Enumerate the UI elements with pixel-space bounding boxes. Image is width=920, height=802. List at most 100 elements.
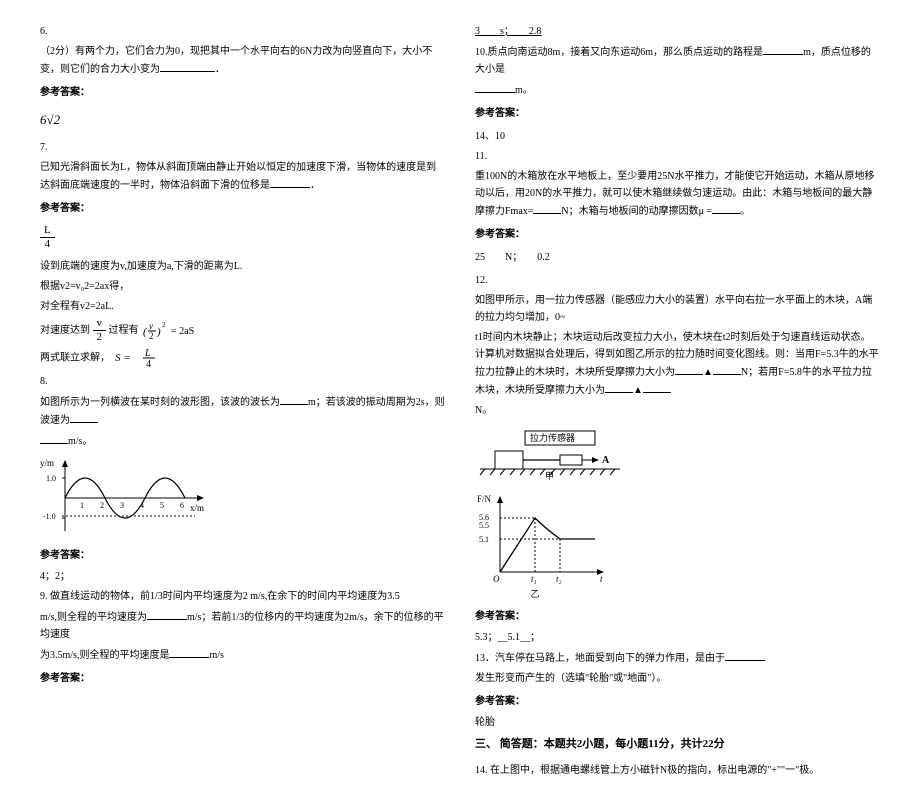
- q11-ans-heading: 参考答案：: [475, 226, 880, 243]
- wave-xlabel: x/m: [190, 503, 204, 513]
- q7-frac: L 4: [40, 223, 445, 252]
- q10-answer: 14、10: [475, 128, 880, 145]
- q14-text: 在上图中，根据通电螺线管上方小磁针N极的指向，标出电源的"+""一"极。: [490, 765, 819, 776]
- q8-blank2: [70, 411, 98, 423]
- svg-text:甲: 甲: [545, 471, 554, 480]
- q12-number: 12.: [475, 272, 880, 289]
- q6-sqrt2: √2: [47, 112, 61, 127]
- q7-body: 已知光滑斜面长为L，物体从斜面顶端由静止开始以恒定的加速度下滑，当物体的速度是到…: [40, 162, 436, 191]
- svg-text:6: 6: [180, 501, 184, 510]
- svg-text:O: O: [493, 574, 500, 584]
- section-3-heading: 三、 简答题：本题共2小题，每小题11分，共计22分: [475, 735, 880, 754]
- top-answer: 3 s； 2.8: [475, 23, 880, 40]
- q9-t5: m/s: [209, 650, 223, 661]
- q9-ans-heading: 参考答案：: [40, 670, 445, 687]
- svg-text:F/N: F/N: [477, 494, 492, 504]
- q7-s-svg: S = L 4: [113, 346, 163, 370]
- svg-text:3: 3: [120, 501, 124, 510]
- svg-text:2: 2: [149, 331, 154, 341]
- q12-text1: 如图甲所示，用一拉力传感器（能感应力大小的装置）水平向右拉一水平面上的木块，A端…: [475, 292, 880, 326]
- right-column: 3 s； 2.8 10.质点向南运动8m，接着又向东运动6m，那么质点运动的路程…: [475, 20, 880, 782]
- svg-text:5.1: 5.1: [479, 535, 489, 544]
- q14-num: 14.: [475, 765, 488, 776]
- q8-t3: m/s。: [68, 436, 92, 447]
- q7-frac-num: L: [40, 225, 55, 238]
- svg-text:1: 1: [80, 501, 84, 510]
- q7-half-frac: v 2: [93, 318, 107, 343]
- svg-text:L: L: [144, 348, 151, 359]
- q9-line3: 为3.5m/s,则全程的平均速度是m/s: [40, 646, 445, 664]
- svg-text:v: v: [149, 321, 153, 331]
- q7-ans-heading: 参考答案：: [40, 200, 445, 217]
- q8-t1: 如图所示为一列横波在某时刻的波形图，该波的波长为: [40, 397, 280, 408]
- q8-unit: m/s。: [40, 432, 445, 450]
- q8-number: 8.: [40, 373, 445, 390]
- q11-text: 重100N的木箱放在水平地板上，至少要用25N水平推力，才能使它开始运动，木箱从…: [475, 168, 880, 220]
- q12-text4: N。: [475, 402, 880, 419]
- q7-period: ．: [310, 180, 320, 191]
- q7-work4: 对速度达到 v 2 过程有 ( v 2 ) 2 = 2aS: [40, 318, 445, 343]
- q9: 9. 做直线运动的物体，前1/3时间内平均速度为2 m/s,在余下的时间内平均速…: [40, 588, 445, 605]
- q14: 14. 在上图中，根据通电螺线管上方小磁针N极的指向，标出电源的"+""一"极。: [475, 762, 880, 779]
- q11-t3: 。: [740, 206, 750, 217]
- q11-blank1: [533, 202, 561, 214]
- q8-ans-heading: 参考答案：: [40, 547, 445, 564]
- q6-period: ．: [215, 64, 225, 75]
- sensor-diagram: 拉力传感器 A 甲: [475, 425, 880, 486]
- q11-blank2: [712, 202, 740, 214]
- q10-ans-heading: 参考答案：: [475, 105, 880, 122]
- q7-half-den: 2: [93, 331, 107, 343]
- q8-blank1: [280, 393, 308, 405]
- q9-line2: m/s,则全程的平均速度为m/s；若前1/3的位移内的平均速度为2m/s，余下的…: [40, 608, 445, 643]
- svg-text:5: 5: [160, 501, 164, 510]
- q7-work4b: 过程有: [109, 325, 139, 336]
- q10-t3: m。: [515, 85, 533, 96]
- svg-text:2: 2: [162, 321, 166, 329]
- wave-svg: y/m x/m 1.0 -1.0 1 2 3 4 5 6: [40, 456, 210, 541]
- svg-text:1.0: 1.0: [46, 474, 56, 483]
- q6-ans-heading: 参考答案：: [40, 84, 445, 101]
- left-column: 6. （2分）有两个力，它们合力为0，现把其中一个水平向右的6N力改为向竖直向下…: [40, 20, 445, 782]
- q9-blank1: [147, 608, 187, 620]
- q9-num: 9.: [40, 591, 48, 602]
- q10: 10.质点向南运动8m，接着又向东运动6m，那么质点运动的路程是m，质点位移的大…: [475, 43, 880, 78]
- svg-text:2: 2: [100, 501, 104, 510]
- q9-t1: 做直线运动的物体，前1/3时间内平均速度为2 m/s,在余下的时间内平均速度为3…: [50, 591, 400, 602]
- svg-text:(: (: [143, 326, 148, 338]
- q8-answer: 4；2；: [40, 568, 445, 585]
- q7-work5a: 两式联立求解，: [40, 352, 110, 363]
- q7-frac-den: 4: [40, 238, 55, 250]
- q11-t2: N；木箱与地板间的动摩擦因数μ =: [561, 206, 712, 217]
- q6-number: 6.: [40, 23, 445, 40]
- graph-caption: 乙: [475, 587, 595, 602]
- q6-body: （2分）有两个力，它们合力为0，现把其中一个水平向右的6N力改为向竖直向下，大小…: [40, 46, 432, 75]
- q7-text: 已知光滑斜面长为L，物体从斜面顶端由静止开始以恒定的加速度下滑，当物体的速度是到…: [40, 159, 445, 194]
- q10-blank2: [475, 81, 515, 93]
- svg-text:= 2aS: = 2aS: [171, 326, 194, 337]
- q12-text2: t1时间内木块静止；木块运动后改变拉力大小，使木块在t2时刻后处于匀速直线运动状…: [475, 329, 880, 399]
- q13-line2: 发生形变而产生的（选填"轮胎"或"地面"）。: [475, 670, 880, 687]
- svg-text:5.5: 5.5: [479, 521, 489, 530]
- sensor-svg: 拉力传感器 A 甲: [475, 425, 625, 480]
- q7-work5: 两式联立求解， S = L 4: [40, 346, 445, 370]
- svg-text:t: t: [600, 574, 603, 584]
- ft-svg: F/N t O 5.6 5.5 5.1 t₁ t₂: [475, 492, 615, 587]
- q6-answer: 6√2: [40, 107, 445, 133]
- q13-t1: 汽车停在马路上，地面受到向下的弹力作用，是由于: [495, 653, 725, 664]
- svg-text:t₁: t₁: [531, 574, 537, 584]
- q12-blank2: [605, 381, 633, 393]
- q10-line2: m。: [475, 81, 880, 99]
- q13-answer: 轮胎: [475, 714, 880, 731]
- q7-work4a: 对速度达到: [40, 325, 90, 336]
- q7-half-num: v: [93, 318, 107, 331]
- q7-work1: 设到底端的速度为v,加速度为a,下滑的距离为L.: [40, 258, 445, 275]
- q12-answer: 5.3；__5.1__；: [475, 629, 880, 646]
- q12-blank1b: [713, 363, 741, 375]
- svg-text:S =: S =: [115, 352, 131, 364]
- q13-blank: [725, 649, 765, 661]
- q6-text: （2分）有两个力，它们合力为0，现把其中一个水平向右的6N力改为向竖直向下，大小…: [40, 43, 445, 78]
- q7-number: 7.: [40, 139, 445, 156]
- q11-number: 11.: [475, 148, 880, 165]
- q10-blank1: [763, 43, 803, 55]
- svg-text:t₂: t₂: [556, 574, 562, 584]
